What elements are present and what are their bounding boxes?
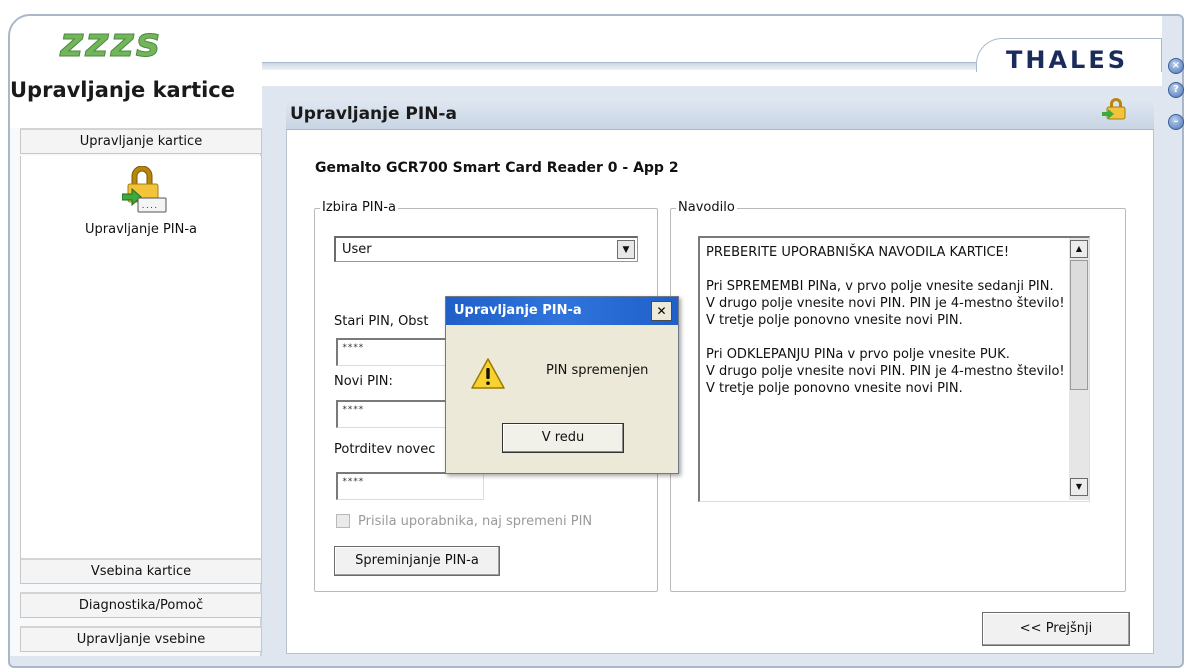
pin-type-value: User [342, 242, 372, 257]
thales-logo: THALES [1006, 46, 1129, 74]
ok-button[interactable]: V redu [502, 423, 624, 453]
close-icon[interactable]: × [1168, 58, 1184, 74]
confirm-pin-label: Potrditev novec [334, 442, 436, 457]
scroll-up-icon[interactable]: ▲ [1070, 240, 1088, 258]
force-change-checkbox[interactable] [336, 514, 350, 528]
instructions-box[interactable]: PREBERITE UPORABNIŠKA NAVODILA KARTICE! … [698, 236, 1090, 502]
nav-tab-card-management[interactable]: Upravljanje kartice [20, 128, 262, 154]
dialog-title-bar: Upravljanje PIN-a ✕ [446, 297, 678, 325]
instructions-text: PREBERITE UPORABNIŠKA NAVODILA KARTICE! … [706, 245, 1065, 396]
scroll-down-icon[interactable]: ▼ [1070, 478, 1088, 496]
zzzs-logo: zzzs [60, 20, 162, 66]
lock-help-icon[interactable] [1100, 94, 1130, 122]
help-icon[interactable]: ? [1168, 82, 1184, 98]
previous-button[interactable]: << Prejšnji [982, 612, 1130, 646]
nav-tab-diagnostics-help[interactable]: Diagnostika/Pomoč [20, 592, 262, 618]
scroll-thumb[interactable] [1070, 260, 1088, 390]
sidebar-item-pin-management[interactable]: Upravljanje PIN-a [20, 222, 262, 237]
dialog-title: Upravljanje PIN-a [454, 303, 582, 318]
close-icon[interactable]: ✕ [651, 301, 672, 321]
page-title: Upravljanje PIN-a [290, 104, 457, 124]
svg-text:....: .... [141, 202, 158, 210]
nav-panel [20, 156, 262, 558]
app-title: Upravljanje kartice [10, 78, 235, 102]
minimize-icon[interactable]: – [1168, 114, 1184, 130]
warning-icon [471, 358, 505, 389]
instructions-legend: Navodilo [676, 200, 737, 215]
instructions-scrollbar[interactable]: ▲ ▼ [1069, 238, 1089, 500]
pin-type-select[interactable]: User ▼ [334, 236, 638, 262]
pin-changed-dialog: Upravljanje PIN-a ✕ PIN spremenjen V red… [445, 296, 679, 474]
nav-tab-card-contents[interactable]: Vsebina kartice [20, 558, 262, 584]
reader-name: Gemalto GCR700 Smart Card Reader 0 - App… [315, 160, 679, 176]
new-pin-label: Novi PIN: [334, 374, 393, 389]
change-pin-button[interactable]: Spreminjanje PIN-a [334, 546, 500, 576]
old-pin-label: Stari PIN, Obst [334, 314, 429, 329]
banner-divider [262, 62, 976, 70]
pin-selection-legend: Izbira PIN-a [320, 200, 399, 215]
pin-lock-icon[interactable]: .... [122, 166, 168, 214]
nav-tab-content-management[interactable]: Upravljanje vsebine [20, 626, 262, 652]
force-change-label: Prisila uporabnika, naj spremeni PIN [358, 514, 593, 529]
dialog-message: PIN spremenjen [546, 363, 649, 378]
chevron-down-icon[interactable]: ▼ [617, 240, 635, 259]
confirm-pin-field[interactable]: **** [336, 472, 484, 500]
